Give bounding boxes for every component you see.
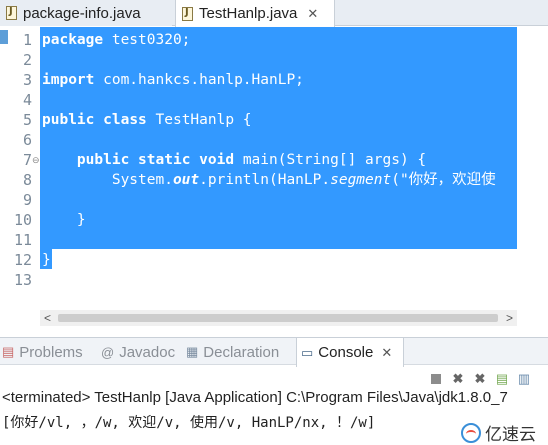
- code-text-area[interactable]: package test0320; import com.hankcs.hanl…: [40, 27, 517, 287]
- watermark: 亿速云: [461, 420, 536, 445]
- code-text: test0320;: [103, 32, 191, 48]
- watermark-logo-icon: [461, 422, 481, 443]
- keyword: public: [42, 112, 95, 128]
- console-output: [你好/vl, ，/w, 欢迎/v, 使用/v, HanLP/nx, ！/w]: [2, 415, 376, 431]
- tab-testhanlp[interactable]: TestHanlp.java ✕: [175, 0, 335, 27]
- watermark-text: 亿速云: [485, 425, 536, 445]
- code-line-3: import com.hankcs.hanlp.HanLP;: [42, 70, 304, 90]
- tab-label: Problems: [19, 343, 83, 361]
- code-line-5: public class TestHanlp {: [42, 110, 252, 130]
- line-number: 12: [13, 251, 32, 269]
- static-method: segment: [330, 172, 392, 188]
- keyword: class: [103, 112, 147, 128]
- editor-tab-bar: package-info.java TestHanlp.java ✕: [0, 0, 548, 27]
- code-editor[interactable]: 1 2 3 4 5 6 7 8 9 10 11 12 13 ⊖ package …: [0, 27, 548, 330]
- stop-icon: [431, 374, 441, 384]
- remove-all-terminated-button[interactable]: ✖: [472, 371, 488, 387]
- word-wrap-button[interactable]: ▥: [516, 371, 532, 387]
- code-text: main(String[] args) {: [234, 152, 427, 168]
- tab-label: Console: [318, 344, 374, 361]
- code-text: TestHanlp {: [146, 112, 252, 128]
- tab-label: TestHanlp.java: [199, 5, 298, 22]
- scroll-right-icon[interactable]: >: [506, 310, 513, 326]
- horizontal-scrollbar[interactable]: < >: [40, 310, 517, 326]
- tab-label: Javadoc: [119, 343, 176, 361]
- line-number: 5: [22, 111, 32, 129]
- scrollbar-thumb[interactable]: [58, 314, 498, 322]
- java-file-icon: [182, 6, 193, 21]
- line-number: 3: [22, 71, 32, 89]
- tab-label: package-info.java: [23, 4, 141, 22]
- at-icon: @: [101, 344, 115, 360]
- remove-launch-button[interactable]: ✖: [450, 371, 466, 387]
- declaration-icon: ▦: [186, 344, 199, 359]
- scroll-left-icon[interactable]: <: [44, 310, 51, 326]
- line-number: 13: [13, 271, 32, 289]
- tab-javadoc[interactable]: @ Javadoc: [101, 338, 175, 366]
- line-number: 11: [13, 231, 32, 249]
- console-icon: ▭: [301, 344, 314, 360]
- java-file-icon: [6, 6, 17, 20]
- keyword: import: [42, 72, 95, 88]
- problems-icon: ▤: [2, 344, 15, 359]
- tab-label: Declaration: [203, 343, 280, 361]
- static-field: out: [172, 172, 200, 188]
- fold-collapse-icon[interactable]: ⊖: [32, 150, 40, 170]
- close-icon[interactable]: ✕: [381, 345, 392, 361]
- keyword: package: [42, 32, 104, 48]
- line-number: 2: [22, 51, 32, 69]
- code-text: ("你好，欢迎使: [391, 172, 496, 188]
- code-line-8: System.out.println(HanLP.segment("你好，欢迎使: [42, 170, 496, 190]
- panel-tab-bar: ▤ Problems @ Javadoc ▦ Declaration ▭ Con…: [0, 337, 548, 367]
- tab-problems[interactable]: ▤ Problems: [2, 338, 83, 366]
- code-text: com.hankcs.hanlp.HanLP;: [94, 72, 304, 88]
- code-text: .println(HanLP.: [199, 172, 331, 188]
- code-text: }: [42, 252, 51, 268]
- code-text: }: [76, 212, 86, 228]
- line-number: 9: [22, 191, 32, 209]
- code-line-7: public static void main(String[] args) {: [42, 150, 426, 170]
- tab-package-info[interactable]: package-info.java: [0, 0, 172, 26]
- terminate-button[interactable]: [428, 371, 444, 387]
- close-icon[interactable]: ✕: [307, 6, 318, 22]
- code-line-1: package test0320;: [42, 30, 190, 50]
- console-status-line: <terminated> TestHanlp [Java Application…: [2, 389, 508, 406]
- keyword: public: [76, 152, 130, 168]
- code-text: System.: [111, 172, 173, 188]
- current-line-marker: [0, 30, 8, 44]
- line-number: 6: [22, 131, 32, 149]
- line-number: 10: [13, 211, 32, 229]
- tab-console[interactable]: ▭ Console ✕: [296, 338, 404, 367]
- tab-declaration[interactable]: ▦ Declaration: [186, 338, 279, 366]
- keyword: static: [138, 152, 191, 168]
- line-number: 7: [22, 151, 32, 169]
- keyword: void: [199, 152, 235, 168]
- line-number: 1: [22, 31, 32, 49]
- code-line-12: }: [42, 250, 51, 270]
- line-number: 8: [22, 171, 32, 189]
- console-toolbar: ✖ ✖ ▤ ▥: [428, 369, 532, 389]
- scroll-lock-button[interactable]: ▤: [494, 371, 510, 387]
- line-number: 4: [22, 91, 32, 109]
- code-line-10: }: [42, 210, 86, 230]
